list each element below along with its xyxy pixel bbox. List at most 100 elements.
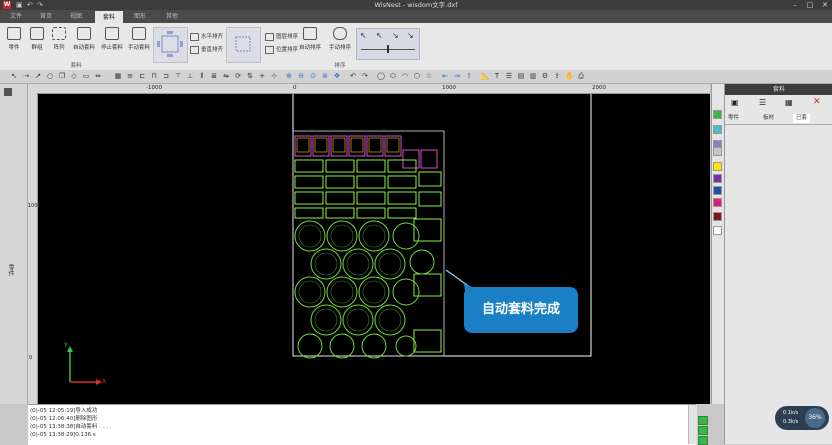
auto-nest-button[interactable]: 自动套料 bbox=[72, 27, 96, 59]
align-left-icon[interactable]: ⊏ bbox=[138, 72, 146, 80]
rotate-icon[interactable]: ⟳ bbox=[234, 72, 242, 80]
center-blue-icon[interactable]: ⇥ bbox=[453, 72, 461, 80]
color-swatch[interactable] bbox=[713, 147, 722, 156]
auto-sort-label: 自动排序 bbox=[298, 45, 321, 51]
fit-blue-icon[interactable]: ⇧ bbox=[465, 72, 473, 80]
tab-home[interactable]: 首页 bbox=[32, 10, 60, 23]
align-right-icon[interactable]: ⊐ bbox=[162, 72, 170, 80]
arrow-nw2-icon[interactable]: ↖ bbox=[376, 31, 383, 40]
stretch-icon[interactable]: ⇔ bbox=[94, 72, 102, 80]
select-icon[interactable]: ↖ bbox=[10, 72, 18, 80]
color-swatch[interactable] bbox=[713, 162, 722, 171]
color-swatch[interactable] bbox=[713, 174, 722, 183]
table-icon[interactable]: ▤ bbox=[517, 72, 525, 80]
color-swatch[interactable] bbox=[713, 125, 722, 134]
sort-position-button[interactable]: 位置排序 bbox=[265, 45, 298, 54]
tab-nested[interactable]: 已套 bbox=[793, 114, 811, 123]
zoom-fit-icon[interactable]: ⊙ bbox=[309, 72, 317, 80]
drawing-canvas[interactable]: Y X bbox=[28, 84, 710, 404]
chart-icon[interactable]: ▥ bbox=[529, 72, 537, 80]
zoom-out-icon[interactable]: ⊖ bbox=[297, 72, 305, 80]
pin-icon[interactable] bbox=[4, 88, 12, 96]
add-icon[interactable]: ▣ bbox=[731, 98, 739, 107]
pointer-icon[interactable]: ↗ bbox=[34, 72, 42, 80]
spacing-slider-thumb[interactable] bbox=[387, 45, 389, 53]
stop-nest-button[interactable]: 停止套料 bbox=[100, 27, 124, 59]
zoom-window-icon[interactable]: ⊚ bbox=[321, 72, 329, 80]
color-swatch[interactable] bbox=[713, 226, 722, 235]
settings-icon[interactable]: ⚙ bbox=[541, 72, 549, 80]
manual-nest-button[interactable]: 手动套料 bbox=[127, 27, 151, 59]
maximize-button[interactable]: □ bbox=[803, 0, 817, 10]
flip-icon[interactable]: ⇅ bbox=[246, 72, 254, 80]
arrow-se-icon[interactable]: ↘ bbox=[392, 31, 399, 40]
break-icon[interactable]: ⊹ bbox=[270, 72, 278, 80]
redo-toolbar-icon[interactable]: ↷ bbox=[361, 72, 369, 80]
grid-icon[interactable]: ▦ bbox=[785, 98, 793, 107]
circle-icon[interactable]: ◯ bbox=[377, 72, 385, 80]
arrow-nw-icon[interactable]: ↖ bbox=[360, 31, 367, 40]
close-button[interactable]: ✕ bbox=[818, 0, 832, 10]
tab-sheets[interactable]: 板材 bbox=[763, 114, 774, 123]
measure-icon[interactable]: 📐 bbox=[481, 72, 490, 80]
pan-icon[interactable]: ✥ bbox=[333, 72, 341, 80]
mirror-icon[interactable]: ⇋ bbox=[222, 72, 230, 80]
tab-parts[interactable]: 零件 bbox=[728, 114, 739, 123]
part-icon bbox=[7, 27, 21, 40]
zoom-in-icon[interactable]: ⊕ bbox=[285, 72, 293, 80]
delete-icon[interactable]: ✕ bbox=[813, 97, 821, 107]
tab-file[interactable]: 文件 bbox=[2, 10, 30, 23]
distribute-v-icon[interactable]: ≣ bbox=[210, 72, 218, 80]
align-center-icon[interactable]: ⊓ bbox=[150, 72, 158, 80]
manual-sort-button[interactable]: 手动排序 bbox=[328, 27, 352, 59]
color-swatch[interactable] bbox=[713, 212, 722, 221]
move-icon[interactable]: ⇢ bbox=[22, 72, 30, 80]
log-scrollbar[interactable] bbox=[688, 405, 697, 444]
auto-nest-label: 自动套料 bbox=[72, 45, 95, 51]
rect-icon[interactable]: ▭ bbox=[82, 72, 90, 80]
star-icon[interactable]: ☆ bbox=[425, 72, 433, 80]
part-button[interactable]: 零件 bbox=[2, 27, 26, 59]
distribute-preview-box[interactable] bbox=[226, 27, 261, 63]
ribbon: 零件 群组 阵列 自动套料 停止套料 手动套料 套料 水平排齐 垂直排齐 图层排… bbox=[0, 23, 832, 71]
array-button[interactable]: 阵列 bbox=[47, 27, 71, 59]
ruler-label: 1000 bbox=[442, 85, 456, 91]
align-vertical-button[interactable]: 垂直排齐 bbox=[190, 45, 223, 54]
color-swatch[interactable] bbox=[713, 110, 722, 119]
tab-nesting[interactable]: 套料 bbox=[95, 11, 123, 23]
grid-icon[interactable]: ▦ bbox=[114, 72, 122, 80]
hand-tool-icon[interactable]: ✋ bbox=[565, 72, 574, 80]
minimize-button[interactable]: – bbox=[788, 0, 802, 10]
list-icon[interactable]: ☰ bbox=[759, 98, 766, 107]
arc-icon[interactable]: ◠ bbox=[401, 72, 409, 80]
auto-sort-button[interactable]: 自动排序 bbox=[298, 27, 322, 59]
export-icon[interactable]: ⇪ bbox=[553, 72, 561, 80]
tab-other[interactable]: 其他 bbox=[158, 10, 186, 23]
tab-graphics[interactable]: 图形 bbox=[126, 10, 154, 23]
color-swatch[interactable] bbox=[713, 198, 722, 207]
sort-layer-button[interactable]: 图层排序 bbox=[265, 32, 298, 41]
print-icon[interactable]: ⎙ bbox=[577, 72, 585, 80]
copy-icon[interactable]: ❐ bbox=[58, 72, 66, 80]
color-swatch[interactable] bbox=[713, 186, 722, 195]
undo-toolbar-icon[interactable]: ↶ bbox=[349, 72, 357, 80]
text-icon[interactable]: T bbox=[493, 72, 501, 80]
download-speed: 0.3k/s bbox=[783, 419, 799, 425]
plus-icon[interactable]: + bbox=[258, 72, 266, 80]
tab-view[interactable]: 视图 bbox=[62, 10, 90, 23]
distribute-h-icon[interactable]: ⫴ bbox=[198, 72, 206, 80]
arrow-se2-icon[interactable]: ↘ bbox=[407, 31, 414, 40]
circle-tool-icon[interactable]: ○ bbox=[46, 72, 54, 80]
list-icon[interactable]: ≡ bbox=[126, 72, 134, 80]
parts-vertical-tab[interactable]: 零件 bbox=[6, 264, 15, 276]
align-bottom-icon[interactable]: ⊥ bbox=[186, 72, 194, 80]
shape-icon[interactable]: ◇ bbox=[70, 72, 78, 80]
group-button[interactable]: 群组 bbox=[25, 27, 49, 59]
align-preview-box[interactable] bbox=[153, 27, 188, 63]
ellipse-icon[interactable]: ⬭ bbox=[389, 72, 397, 80]
layers-icon[interactable]: ☰ bbox=[505, 72, 513, 80]
align-top-icon[interactable]: ⊤ bbox=[174, 72, 182, 80]
align-horizontal-button[interactable]: 水平排齐 bbox=[190, 32, 223, 41]
align-blue-icon[interactable]: ⇤ bbox=[441, 72, 449, 80]
polygon-icon[interactable]: ⬡ bbox=[413, 72, 421, 80]
